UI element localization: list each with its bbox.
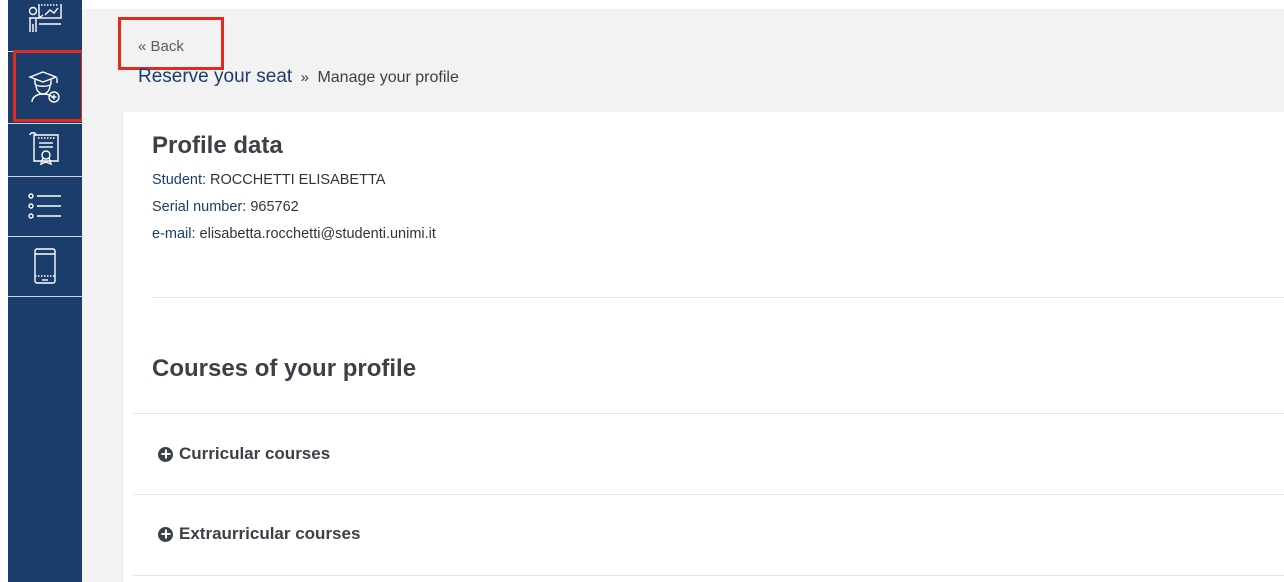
sidebar-separator — [8, 296, 82, 297]
sidebar-item-reserve-seat[interactable] — [8, 52, 82, 122]
graduate-add-icon — [26, 68, 64, 106]
extracurricular-courses-toggle[interactable]: Extraurricular courses — [158, 524, 360, 544]
email-line: e-mail: elisabetta.rocchetti@studenti.un… — [152, 226, 436, 242]
sidebar-item-mobile[interactable] — [8, 237, 82, 295]
row-divider — [133, 494, 1284, 495]
top-strip — [82, 0, 1284, 9]
breadcrumb: Reserve your seat » Manage your profile — [138, 66, 459, 88]
sidebar-item-teaching[interactable] — [8, 0, 82, 50]
serial-value: 965762 — [250, 199, 299, 215]
student-value: ROCCHETTI ELISABETTA — [210, 172, 386, 188]
teacher-board-icon — [25, 4, 65, 46]
curricular-courses-toggle[interactable]: Curricular courses — [158, 444, 330, 464]
sidebar — [8, 0, 82, 582]
row-divider — [133, 413, 1284, 414]
tablet-icon — [32, 246, 58, 286]
sidebar-item-certificates[interactable] — [8, 124, 82, 174]
student-line: Student: ROCCHETTI ELISABETTA — [152, 172, 385, 188]
breadcrumb-reserve-seat-link[interactable]: Reserve your seat — [138, 66, 292, 87]
sidebar-item-list[interactable] — [8, 177, 82, 235]
back-link[interactable]: « Back — [138, 38, 184, 55]
serial-line: Serial number: 965762 — [152, 199, 299, 215]
row-divider — [133, 575, 1284, 576]
list-icon — [25, 189, 65, 223]
email-value: elisabetta.rocchetti@studenti.unimi.it — [199, 226, 436, 242]
plus-circle-icon — [158, 446, 173, 462]
left-gutter — [0, 0, 8, 582]
curricular-courses-label: Curricular courses — [179, 444, 331, 463]
email-label: e-mail: — [152, 226, 196, 242]
section-divider — [152, 297, 1284, 298]
breadcrumb-current: Manage your profile — [317, 69, 459, 86]
extracurricular-courses-label: Extraurricular courses — [179, 524, 361, 543]
courses-title: Courses of your profile — [152, 355, 417, 382]
breadcrumb-separator: » — [300, 69, 309, 86]
profile-title: Profile data — [152, 132, 283, 159]
serial-label: Serial number: — [152, 199, 247, 215]
plus-circle-icon — [158, 526, 173, 542]
student-label: Student: — [152, 172, 207, 188]
certificate-scroll-icon — [28, 129, 62, 169]
